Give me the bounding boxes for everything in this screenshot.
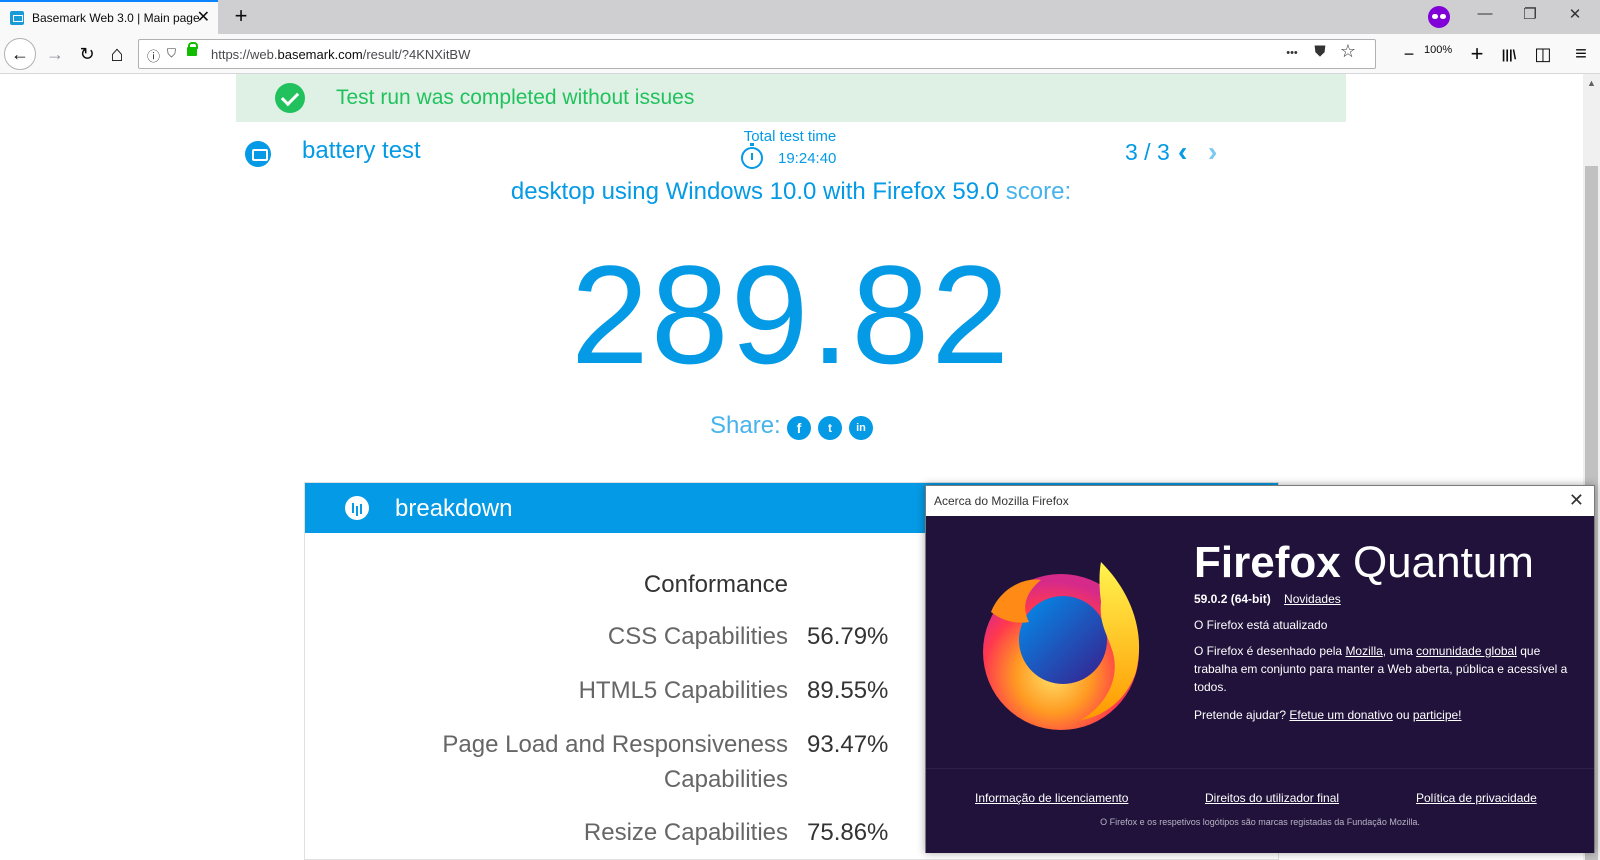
breakdown-row-label: Page Load and Responsiveness — [442, 731, 788, 758]
twitter-icon[interactable]: t — [818, 416, 842, 440]
info-icon[interactable]: ⓘ — [147, 46, 160, 65]
facebook-icon[interactable]: f — [787, 416, 811, 440]
score-suffix: score: — [999, 178, 1072, 205]
chevron-left-icon[interactable]: ‹ — [1178, 136, 1187, 168]
user-rights-link[interactable]: Direitos do utilizador final — [1205, 791, 1339, 805]
sidebar-icon[interactable]: ◫ — [1528, 39, 1558, 69]
breakdown-row-label: Resize Capabilities — [583, 819, 788, 846]
window-restore-button[interactable]: ❐ — [1515, 5, 1545, 23]
breakdown-row-value: 56.79% — [807, 623, 889, 650]
breakdown-row-value: 93.47% — [807, 731, 889, 758]
dialog-title: Acerca do Mozilla Firefox — [934, 494, 1069, 508]
product-name: Firefox Quantum — [1194, 538, 1534, 587]
version-line: 59.0.2 (64-bit) Novidades — [1194, 590, 1574, 608]
test-name: battery test — [302, 137, 421, 164]
breakdown-row-value: 89.55% — [807, 677, 889, 704]
hamburger-icon[interactable]: ≡ — [1566, 39, 1596, 69]
community-link[interactable]: comunidade global — [1416, 644, 1517, 658]
more-icon[interactable]: ••• — [1281, 47, 1303, 59]
licensing-link[interactable]: Informação de licenciamento — [975, 791, 1128, 805]
total-score: 289.82 — [570, 236, 1012, 393]
linkedin-icon[interactable]: in — [849, 416, 873, 440]
breakdown-row-label-continued: Capabilities — [663, 766, 788, 793]
chevron-right-icon[interactable]: › — [1208, 136, 1217, 168]
mozilla-link[interactable]: Mozilla — [1345, 644, 1382, 658]
window-close-button[interactable]: ✕ — [1560, 5, 1590, 23]
success-banner: Test run was completed without issues — [236, 74, 1346, 122]
help-line: Pretende ajudar? Efetue um donativo ou p… — [1194, 708, 1462, 722]
star-icon[interactable]: ☆ — [1337, 41, 1359, 62]
breakdown-heading: Conformance — [643, 571, 788, 598]
about-firefox-dialog: Acerca do Mozilla Firefox ✕ Firefox Quan… — [925, 485, 1595, 853]
battery-test-icon — [245, 141, 271, 167]
dialog-footer: Informação de licenciamento Direitos do … — [926, 768, 1594, 853]
back-arrow-icon[interactable]: ← — [4, 38, 36, 70]
breakdown-row-label: HTML5 Capabilities — [578, 677, 788, 704]
total-time-label: Total test time — [743, 128, 837, 145]
lock-icon[interactable] — [187, 42, 198, 56]
stopwatch-icon — [741, 143, 763, 169]
url-bar[interactable]: ⓘ ⛉ https://web.basemark.com/result/?4KN… — [138, 39, 1376, 69]
dialog-description: O Firefox é desenhado pela Mozilla, uma … — [1194, 644, 1568, 694]
trademark-note: O Firefox e os respetivos logótipos são … — [1100, 817, 1420, 827]
update-status: O Firefox está atualizado — [1194, 618, 1328, 632]
minus-icon[interactable]: − — [1394, 39, 1424, 69]
share-label: Share: — [710, 412, 781, 439]
reload-icon[interactable]: ↻ — [72, 39, 102, 69]
participate-link[interactable]: participe! — [1413, 708, 1462, 722]
close-icon[interactable]: ✕ — [1569, 490, 1584, 511]
home-icon[interactable]: ⌂ — [102, 39, 132, 69]
score-subtitle: desktop using Windows 10.0 with Firefox … — [236, 178, 1346, 206]
tab-title: Basemark Web 3.0 | Main page — [32, 11, 200, 25]
version-text: 59.0.2 (64-bit) — [1194, 592, 1271, 606]
checkmark-icon — [275, 83, 305, 113]
pocket-icon[interactable]: ⛊ — [1309, 43, 1331, 60]
scroll-up-icon[interactable]: ▲ — [1587, 78, 1596, 88]
private-browsing-icon — [1428, 6, 1450, 28]
url-text[interactable]: https://web.basemark.com/result/?4KNXitB… — [211, 47, 470, 62]
tab-bar: Basemark Web 3.0 | Main page ✕ + — ❐ ✕ — [0, 0, 1600, 34]
bar-chart-icon — [345, 496, 369, 520]
active-tab[interactable]: Basemark Web 3.0 | Main page ✕ — [0, 0, 218, 34]
basemark-favicon-icon — [10, 11, 24, 25]
library-icon[interactable]: |||\ — [1494, 39, 1524, 69]
breakdown-row-label: CSS Capabilities — [607, 623, 788, 650]
device-description: desktop using Windows 10.0 with Firefox … — [510, 178, 1000, 205]
result-pager: 3 / 3 — [1125, 139, 1170, 165]
forward-arrow-icon[interactable]: → — [40, 39, 70, 69]
dialog-body: Firefox Quantum 59.0.2 (64-bit) Novidade… — [926, 516, 1594, 768]
tab-close-icon[interactable]: ✕ — [197, 9, 210, 27]
privacy-policy-link[interactable]: Política de privacidade — [1416, 791, 1537, 805]
navigation-toolbar: ← → ↻ ⌂ ⓘ ⛉ https://web.basemark.com/res… — [0, 34, 1600, 74]
new-tab-button[interactable]: + — [228, 3, 254, 29]
breakdown-title: breakdown — [395, 495, 513, 522]
firefox-logo-icon — [983, 562, 1140, 730]
window-minimize-button[interactable]: — — [1470, 5, 1500, 22]
dialog-titlebar[interactable]: Acerca do Mozilla Firefox ✕ — [926, 486, 1594, 516]
zoom-level[interactable]: 100% — [1424, 44, 1452, 56]
plus-icon[interactable]: + — [1462, 39, 1492, 69]
whats-new-link[interactable]: Novidades — [1284, 592, 1341, 606]
donate-link[interactable]: Efetue um donativo — [1289, 708, 1392, 722]
banner-message: Test run was completed without issues — [336, 86, 695, 109]
tracking-shield-icon[interactable]: ⛉ — [167, 46, 176, 61]
total-time-value: 19:24:40 — [778, 150, 837, 167]
breakdown-row-value: 75.86% — [807, 819, 889, 846]
